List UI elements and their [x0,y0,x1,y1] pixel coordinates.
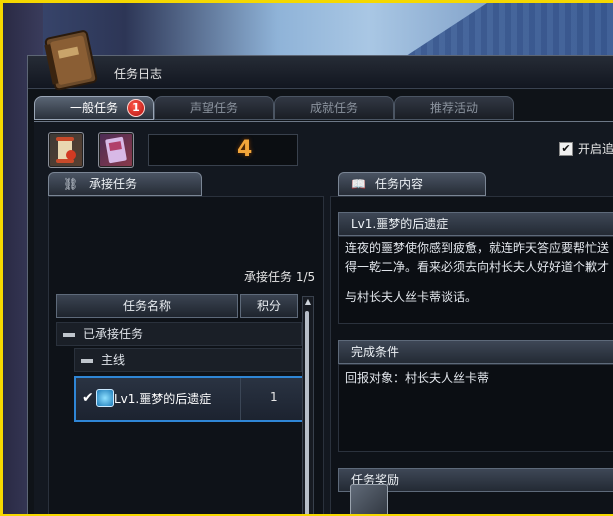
tab-recommended-activities[interactable]: 推荐活动 [394,96,514,120]
completion-title: 完成条件 [351,345,400,359]
column-divider [240,378,241,420]
quest-title: Lv1.噩梦的后遗症 [351,217,449,231]
completion-header: 完成条件 [338,340,613,364]
tab-general-quests[interactable]: 一般任务 1 [34,96,154,120]
quest-content-header: 📖 任务内容 [338,172,486,196]
quest-list-scrollbar[interactable]: ▲ [302,296,314,514]
quest-points: 1 [270,390,278,404]
scroll-item-icon[interactable] [48,132,84,168]
description-line: 得一乾二净。看来必须去向村长夫人好好道个歉才 [345,260,610,274]
tab-label: 推荐活动 [429,101,478,115]
tab-content: 4 ✔ 开启追 ⛓ 承接任务 承接任务 1/5 任务名称 积分 已承接任务 主线 [34,121,613,514]
reward-card-icon[interactable] [98,132,134,168]
auto-track-label: 开启追 [578,142,613,156]
accepted-quests-header: ⛓ 承接任务 [48,172,202,196]
notification-badge: 1 [127,99,145,117]
quest-name: Lv1.噩梦的后遗症 [114,392,212,406]
reward-item-icon[interactable] [350,484,388,514]
column-points[interactable]: 积分 [240,294,298,318]
quest-type-icon [96,389,114,407]
group-accepted-quests[interactable]: 已承接任务 [56,322,302,346]
accepted-count: 承接任务 1/5 [244,270,316,284]
subgroup-main-line[interactable]: 主线 [74,348,302,372]
book-open-icon: 📖 [351,177,366,191]
auto-track-checkbox[interactable]: ✔ [559,142,573,156]
section-title: 任务内容 [375,177,424,191]
quest-count: 4 [237,137,253,162]
window-title: 任务日志 [114,67,163,81]
track-checkmark-icon[interactable]: ✔ [82,390,94,406]
completion-conditions: 回报对象：村长夫人丝卡蒂 [338,364,613,452]
tab-achievement-quests[interactable]: 成就任务 [274,96,394,120]
tab-label: 一般任务 [69,101,118,115]
subgroup-label: 主线 [101,353,126,367]
scroll-thumb[interactable] [305,311,309,514]
completion-text: 回报对象：村长夫人丝卡蒂 [345,371,490,385]
quest-objective: 与村长夫人丝卡蒂谈话。 [345,290,478,304]
quest-book-icon [44,30,98,91]
quest-log-window: 任务日志 一般任务 1 声望任务 成就任务 推荐活动 4 ✔ 开启追 ⛓ 承接任… [27,30,613,514]
quest-title-bar: Lv1.噩梦的后遗症 [338,212,613,236]
scroll-up-icon[interactable]: ▲ [303,297,313,307]
collapse-icon [63,332,75,337]
quest-count-box: 4 [148,134,298,166]
tab-label: 声望任务 [189,101,238,115]
tab-reputation-quests[interactable]: 声望任务 [154,96,274,120]
quest-list-item[interactable]: ✔ Lv1.噩梦的后遗症 1 [74,376,304,422]
column-quest-name[interactable]: 任务名称 [56,294,238,318]
section-title: 承接任务 [89,177,138,191]
title-bar[interactable]: 任务日志 [28,56,613,89]
tab-label: 成就任务 [309,101,358,115]
group-label: 已承接任务 [83,327,144,341]
description-line: 连夜的噩梦使你感到疲惫，就连昨天答应要帮忙送 [345,241,610,255]
link-icon: ⛓ [63,177,79,191]
game-scene: 任务日志 一般任务 1 声望任务 成就任务 推荐活动 4 ✔ 开启追 ⛓ 承接任… [3,3,613,514]
quest-description: 连夜的噩梦使你感到疲惫，就连昨天答应要帮忙送 得一乾二净。看来必须去向村长夫人好… [338,236,613,324]
collapse-icon [81,358,93,363]
quest-list-header: 任务名称 积分 [56,294,300,318]
